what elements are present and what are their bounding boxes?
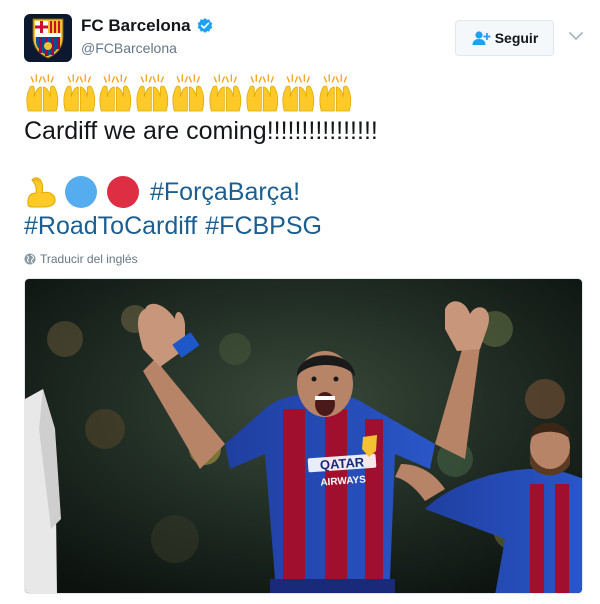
tweet-text-line: Cardiff we are coming!!!!!!!!!!!!!!!! xyxy=(24,117,378,145)
red-circle-icon xyxy=(107,176,139,208)
fc-barcelona-crest-icon xyxy=(32,18,64,59)
raising-hands-icon xyxy=(246,74,278,112)
raising-hands-icon xyxy=(209,74,242,112)
raising-hands-icon xyxy=(99,74,132,112)
verified-badge-icon xyxy=(197,18,212,33)
clapping-hands-emoji-row xyxy=(24,73,353,113)
follow-button[interactable]: Seguir xyxy=(455,20,554,56)
shirt-sponsor-text: QATAR xyxy=(319,454,365,472)
hashtag-row: #RoadToCardiff #FCBPSG xyxy=(24,211,322,241)
celebrating-player-photo: QATAR AIRWAYS xyxy=(25,279,582,593)
add-user-icon xyxy=(472,31,491,45)
chevron-down-icon[interactable] xyxy=(568,30,584,42)
hashtag-link[interactable]: #FCBPSG xyxy=(205,211,322,241)
avatar[interactable] xyxy=(24,14,72,62)
globe-icon xyxy=(24,253,36,265)
account-handle[interactable]: @FCBarcelona xyxy=(81,40,177,56)
raising-hands-icon xyxy=(136,74,168,112)
account-name[interactable]: FC Barcelona xyxy=(81,16,191,36)
hashtag-link[interactable]: #RoadToCardiff xyxy=(24,211,197,241)
hashtag-link[interactable]: #ForçaBarça! xyxy=(150,177,300,207)
account-name-row: FC Barcelona xyxy=(81,16,214,36)
blue-circle-icon xyxy=(65,176,97,208)
raising-hands-icon xyxy=(282,74,315,112)
tweet-emoji-hashtag-row: #ForçaBarça! xyxy=(24,174,300,210)
raising-hands-icon xyxy=(26,74,59,112)
translate-label: Traducir del inglés xyxy=(40,252,138,266)
raising-hands-icon xyxy=(319,74,351,112)
raising-hands-icon xyxy=(63,74,95,112)
translate-link[interactable]: Traducir del inglés xyxy=(24,252,138,266)
flexed-biceps-icon xyxy=(27,177,56,208)
raising-hands-icon xyxy=(172,74,205,112)
follow-button-label: Seguir xyxy=(494,30,539,46)
tweet-photo[interactable]: QATAR AIRWAYS xyxy=(24,278,583,594)
